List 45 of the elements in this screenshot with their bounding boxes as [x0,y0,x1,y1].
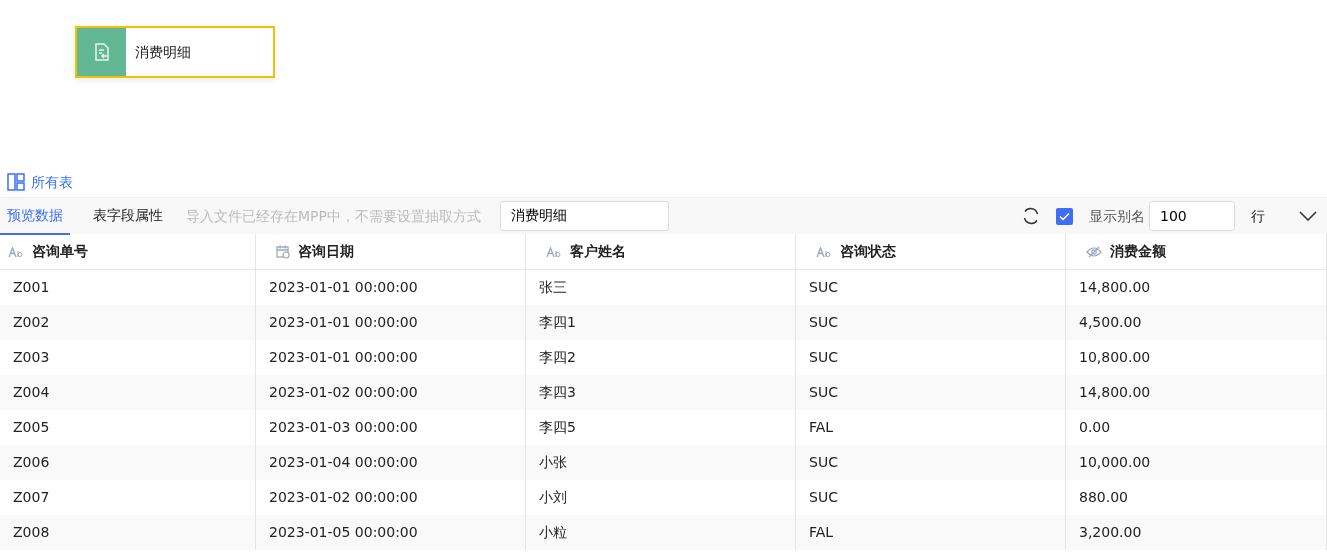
check-icon [1059,211,1070,221]
column-header[interactable]: 咨询单号 [0,234,256,270]
chevron-down-icon[interactable] [1299,211,1317,221]
table-cell: 3,200.00 [1066,515,1327,550]
column-header[interactable]: 咨询状态 [796,234,1066,270]
column-header[interactable]: 消费金额 [1066,234,1327,270]
table-cell: 14,800.00 [1066,375,1327,410]
table-cell: 10,000.00 [1066,445,1327,480]
table-cell: 2023-01-05 00:00:00 [256,515,526,550]
table-cell: Z004 [0,375,256,410]
table-cell: 小粒 [526,515,796,550]
checkbox[interactable] [1056,207,1073,225]
tab[interactable]: 预览数据 [0,197,70,235]
table-cell: 2023-01-01 00:00:00 [256,305,526,340]
table-cell: FAL [796,515,1066,550]
table-cell: 李四3 [526,375,796,410]
table-cell: 4,500.00 [1066,305,1327,340]
table-cell: Z008 [0,515,256,550]
table-cell: SUC [796,305,1066,340]
text-type-icon [8,246,24,257]
column-header[interactable]: 客户姓名 [526,234,796,270]
table-cell: SUC [796,375,1066,410]
text-type-icon [816,246,832,257]
file-import-icon [93,43,110,61]
eye-hidden-icon [1086,245,1102,258]
all-tables-link[interactable]: 所有表 [31,171,73,193]
tab[interactable]: 表字段属性 [86,197,170,235]
calendar-icon [276,244,290,259]
table-cell: 2023-01-02 00:00:00 [256,375,526,410]
layout-icon [7,173,25,191]
table-cell: 2023-01-04 00:00:00 [256,445,526,480]
unit-label: 行 [1251,206,1265,226]
table-cell: SUC [796,445,1066,480]
table-cell: Z006 [0,445,256,480]
text-type-icon [546,246,562,257]
table-cell: Z002 [0,305,256,340]
table-cell: 小张 [526,445,796,480]
hint-text: 导入文件已经存在MPP中，不需要设置抽取方式 [186,206,481,226]
alias-label: 显示别名 [1089,206,1145,226]
column-header[interactable]: 咨询日期 [256,234,526,270]
row-count-field[interactable]: 100 [1149,201,1235,231]
table-name-field[interactable]: 消费明细 [499,201,669,231]
table-cell: 李四1 [526,305,796,340]
table-node[interactable]: 消费明细 [75,26,275,78]
refresh-icon[interactable] [1022,207,1040,225]
